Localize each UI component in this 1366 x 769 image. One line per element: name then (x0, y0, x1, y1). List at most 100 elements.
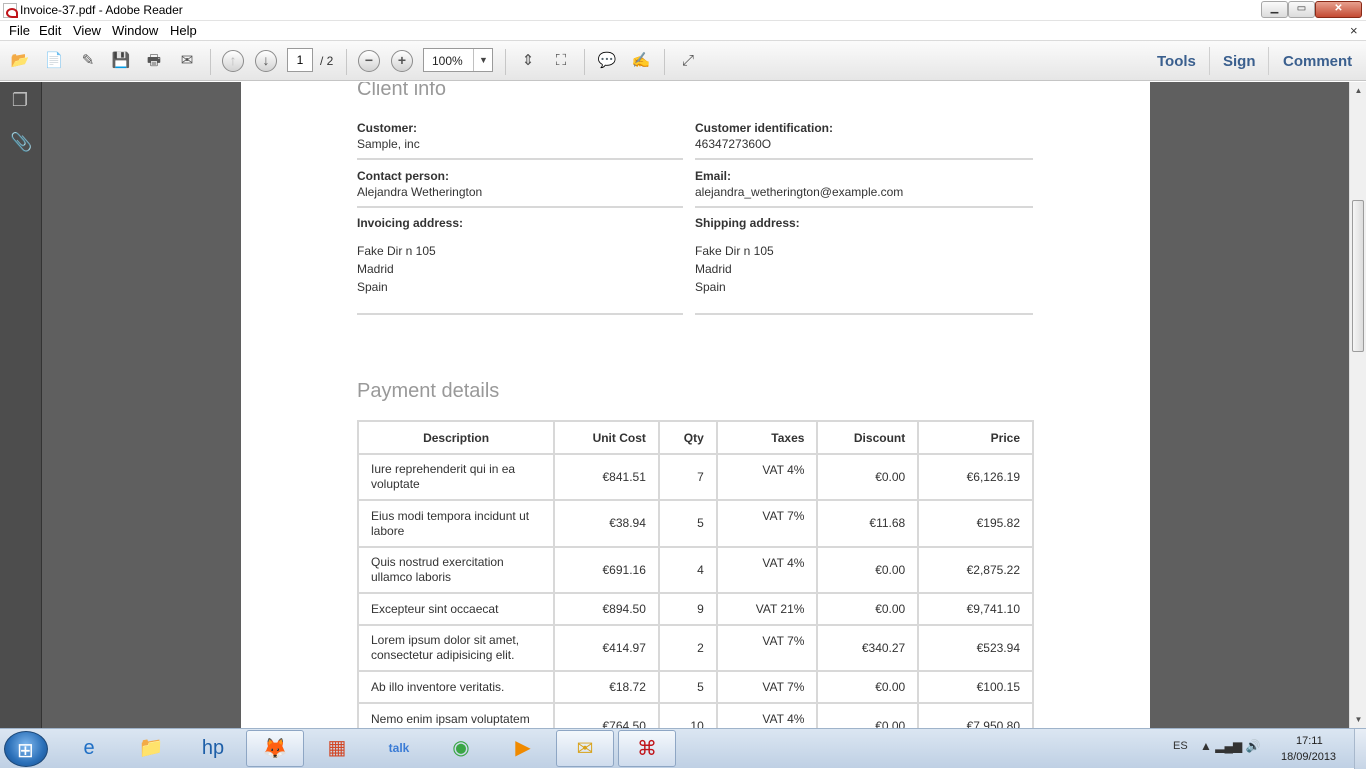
tab-comment[interactable]: Comment (1283, 53, 1352, 70)
page-thumbnails-icon[interactable]: ❐ (10, 90, 30, 112)
edit-icon[interactable]: ✎ (76, 50, 100, 72)
customer-id-label: Customer identification: (695, 121, 834, 135)
unit-cost-cell: €894.50 (553, 592, 660, 626)
column-header-unit-cost: Unit Cost (553, 420, 660, 455)
price-cell: €100.15 (917, 670, 1034, 704)
menu-help[interactable]: Help (170, 23, 197, 38)
outlook-taskbar-icon[interactable]: ✉ (556, 730, 614, 767)
open-icon[interactable]: 📂 (8, 50, 32, 72)
zoom-in-button[interactable]: + (391, 50, 413, 72)
print-icon[interactable]: 🖶 (142, 50, 166, 72)
column-header-taxes: Taxes (715, 420, 819, 455)
zoom-out-button[interactable]: − (358, 50, 380, 72)
client-info-title: Client info (357, 82, 446, 100)
menu-window[interactable]: Window (112, 23, 158, 38)
email-label: Email: (695, 169, 732, 183)
email-icon[interactable]: ✉ (175, 50, 199, 72)
scroll-down-icon[interactable]: ▼ (1350, 711, 1366, 728)
scroll-up-icon[interactable]: ▲ (1350, 82, 1366, 99)
scrollbar-thumb[interactable] (1352, 200, 1364, 352)
clock-date[interactable]: 18/09/2013 (1281, 751, 1336, 763)
hp-taskbar-icon[interactable]: hp (184, 730, 242, 767)
page-number-input[interactable] (287, 48, 313, 72)
menu-view[interactable]: View (73, 23, 101, 38)
vertical-scrollbar[interactable]: ▲ ▼ (1349, 82, 1366, 728)
navigation-panel: ❐ 📎 (0, 82, 42, 728)
tab-tools[interactable]: Tools (1157, 53, 1196, 70)
highlight-icon[interactable]: ✍ (629, 50, 653, 72)
price-cell: €6,126.19 (917, 453, 1034, 501)
save-icon[interactable]: 💾 (109, 50, 133, 72)
column-header-qty: Qty (657, 420, 718, 455)
table-row: Eius modi tempora incidunt ut labore €38… (356, 499, 1034, 548)
fullscreen-icon[interactable]: ⤢ (676, 50, 700, 72)
clock-time[interactable]: 17:11 (1296, 735, 1323, 747)
shipping-address-line: Fake Dir n 105 (695, 244, 774, 258)
table-header-row: Description Unit Cost Qty Taxes Discount… (356, 420, 1034, 455)
description-cell: Iure reprehenderit qui in ea voluptate (356, 453, 556, 501)
file-explorer-taskbar-icon[interactable]: 📁 (122, 730, 180, 767)
fit-page-icon[interactable]: ⇕ (516, 50, 540, 72)
toolbar-divider (1268, 47, 1269, 75)
unit-cost-cell: €841.51 (553, 453, 660, 501)
window-title: Invoice-37.pdf - Adobe Reader (20, 3, 183, 17)
divider (357, 313, 683, 315)
minimize-button[interactable]: ▁ (1261, 1, 1288, 18)
previous-page-button[interactable]: ↑ (222, 50, 244, 72)
comment-icon[interactable]: 💬 (595, 50, 619, 72)
invoicing-address-line: Fake Dir n 105 (357, 244, 436, 258)
toolbar-divider (346, 49, 347, 75)
start-button[interactable] (4, 731, 48, 767)
table-row: Excepteur sint occaecat €894.50 9 VAT 21… (356, 592, 1034, 626)
create-pdf-icon[interactable]: 📄 (42, 50, 66, 72)
divider (695, 206, 1033, 208)
adobe-reader-icon (3, 3, 18, 18)
chrome-taskbar-icon[interactable]: ◉ (432, 730, 490, 767)
discount-cell: €0.00 (816, 453, 920, 501)
media-player-taskbar-icon[interactable]: ▶ (494, 730, 552, 767)
discount-cell: €11.68 (816, 499, 920, 548)
next-page-button[interactable]: ↓ (255, 50, 277, 72)
adobe-reader-taskbar-icon[interactable]: ⌘ (618, 730, 676, 767)
taskbar: e📁hp🦊▦talk◉▶✉⌘ ES ▲ ▂▄▆ 🔊 17:11 18/09/20… (0, 728, 1366, 769)
table-row: Quis nostrud exercitation ullamco labori… (356, 546, 1034, 594)
toolbar-divider (210, 49, 211, 75)
language-indicator[interactable]: ES (1173, 740, 1188, 752)
maximize-button[interactable]: ▭ (1288, 1, 1315, 18)
table-row: Lorem ipsum dolor sit amet, consectetur … (356, 624, 1034, 672)
close-button[interactable]: ✕ (1315, 1, 1362, 18)
divider (357, 206, 683, 208)
discount-cell: €0.00 (816, 670, 920, 704)
fit-width-icon[interactable]: ⛶ (549, 50, 573, 72)
customer-id-value: 4634727360O (695, 137, 772, 151)
column-header-discount: Discount (816, 420, 920, 455)
gtalk-taskbar-icon[interactable]: talk (370, 730, 428, 767)
contact-person-label: Contact person: (357, 169, 450, 183)
qty-cell: 2 (657, 624, 718, 672)
system-tray-icons[interactable]: ▲ ▂▄▆ 🔊 (1200, 739, 1260, 753)
payment-details-title: Payment details (357, 380, 500, 402)
show-desktop-button[interactable] (1354, 729, 1366, 769)
divider (695, 313, 1033, 315)
invoicing-address-label: Invoicing address: (357, 216, 464, 230)
close-document-icon[interactable]: × (1350, 23, 1358, 38)
column-header-price: Price (917, 420, 1034, 455)
description-cell: Ab illo inventore veritatis. (356, 670, 556, 704)
discount-cell: €0.00 (816, 546, 920, 594)
price-cell: €9,741.10 (917, 592, 1034, 626)
attachments-icon[interactable]: 📎 (10, 132, 32, 154)
description-cell: Lorem ipsum dolor sit amet, consectetur … (356, 624, 556, 672)
firefox-taskbar-icon[interactable]: 🦊 (246, 730, 304, 767)
chevron-down-icon[interactable]: ▼ (473, 49, 493, 71)
description-cell: Nemo enim ipsam voluptatem (356, 702, 556, 728)
customer-label: Customer: (357, 121, 418, 135)
office-taskbar-icon[interactable]: ▦ (308, 730, 366, 767)
title-bar: Invoice-37.pdf - Adobe Reader ▁ ▭ ✕ (0, 0, 1366, 21)
menu-file[interactable]: File (9, 23, 30, 38)
tab-sign[interactable]: Sign (1223, 53, 1256, 70)
unit-cost-cell: €414.97 (553, 624, 660, 672)
toolbar-divider (505, 49, 506, 75)
zoom-select[interactable]: 100% ▼ (423, 48, 493, 72)
menu-edit[interactable]: Edit (39, 23, 61, 38)
internet-explorer-taskbar-icon[interactable]: e (60, 730, 118, 767)
